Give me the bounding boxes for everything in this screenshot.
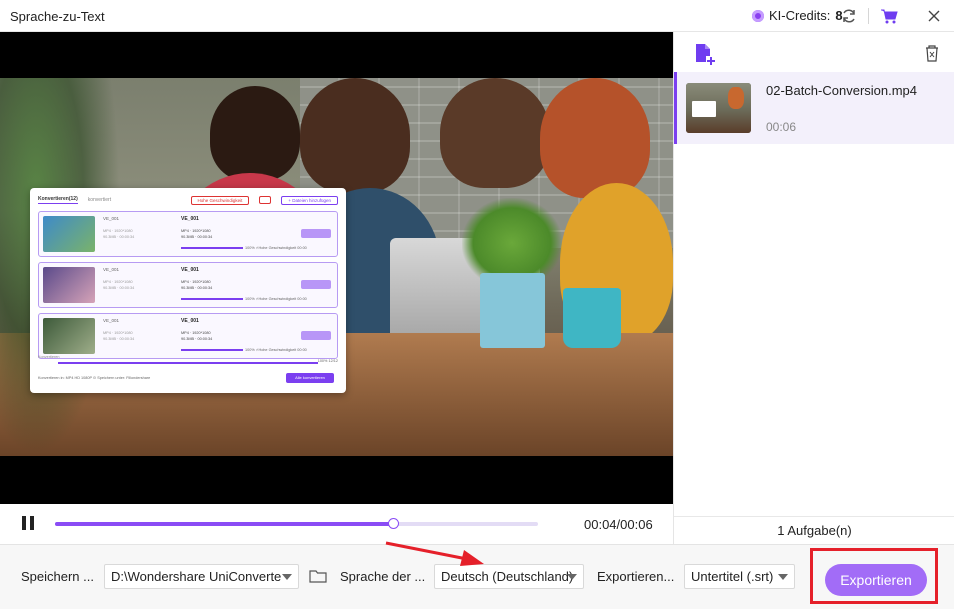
file-panel: 02-Batch-Conversion.mp4 00:06 1 Aufgabe(… <box>673 32 954 544</box>
card-row: VE_001 VE_001 MP4 · 1920*1080 90.3MB · 00… <box>38 262 338 308</box>
card-row-progress <box>181 298 243 300</box>
person-2 <box>300 78 410 193</box>
add-file-icon[interactable] <box>692 42 716 66</box>
card-row-progress <box>181 349 243 351</box>
window-title: Sprache-zu-Text <box>10 9 105 24</box>
card-row-title: VE_001 <box>181 216 199 222</box>
card-footer-progress <box>58 362 318 364</box>
card-row-meta-target: MP4 · 1920*1080 90.3MB · 00:00:34 <box>181 280 213 290</box>
language-label: Sprache der ... <box>340 569 426 584</box>
card-row-thumbnail <box>43 318 95 354</box>
save-location-label: Speichern ... <box>21 569 94 584</box>
language-select[interactable]: Deutsch (Deutschland) <box>434 564 584 589</box>
card-trash-icon <box>259 196 272 204</box>
cart-icon[interactable] <box>880 7 898 25</box>
pause-icon <box>22 516 26 530</box>
mug <box>563 288 621 348</box>
person-3 <box>440 78 550 188</box>
chevron-down-icon <box>567 574 577 580</box>
refresh-icon[interactable] <box>840 7 858 25</box>
card-row: VE_001 VE_001 MP4 · 1920*1080 90.3MB · 00… <box>38 313 338 359</box>
card-footer-count: 100% 12/12 <box>317 359 338 363</box>
credits-label: KI-Credits: <box>769 8 831 23</box>
card-row-progress <box>181 247 243 249</box>
save-location-value: D:\Wondershare UniConverte <box>111 569 282 584</box>
seek-bar-fill <box>55 522 394 526</box>
seek-bar-knob[interactable] <box>388 518 400 529</box>
card-row-meta: MP4 · 1920*1080 90.3MB · 00:00:34 <box>103 280 135 290</box>
pause-button[interactable] <box>22 516 36 532</box>
card-row-button <box>301 280 331 289</box>
card-row-title: VE_001 <box>181 267 199 273</box>
ai-credits[interactable]: KI-Credits: 8 <box>752 8 843 23</box>
video-frame: Konvertieren(12) konvertiert Hohe Geschw… <box>0 78 673 456</box>
card-convert-all-button: Alle konvertieren <box>286 373 334 383</box>
card-tab-converted: konvertiert <box>87 197 112 203</box>
export-format-value: Untertitel (.srt) <box>691 569 774 584</box>
file-duration: 00:06 <box>766 120 797 134</box>
playback-controls: 00:04/00:06 <box>0 504 673 544</box>
card-row: VE_001 VE_001 MP4 · 1920*1080 90.3MB · 00… <box>38 211 338 257</box>
card-add-files: + Dateien hinzufügen <box>281 195 338 205</box>
export-format-label: Exportieren... <box>597 569 675 584</box>
file-thumbnail <box>686 83 751 133</box>
person-4 <box>540 78 650 198</box>
video-ui-card: Konvertieren(12) konvertiert Hohe Geschw… <box>30 188 346 393</box>
plant-pot <box>480 273 545 348</box>
close-icon[interactable] <box>925 7 943 25</box>
card-row-meta-target: MP4 · 1920*1080 90.3MB · 00:00:34 <box>181 229 213 239</box>
export-format-select[interactable]: Untertitel (.srt) <box>684 564 795 589</box>
card-footer-label: Konvertieren <box>38 355 60 359</box>
video-player[interactable]: Konvertieren(12) konvertiert Hohe Geschw… <box>0 32 673 504</box>
card-speed-chip: Hohe Geschwindigkeit <box>190 195 250 205</box>
card-row-title: VE_001 <box>181 318 199 324</box>
card-row-name: VE_001 <box>103 267 120 272</box>
person-1 <box>210 86 300 181</box>
card-footer: Konvertieren 100% 12/12 Konvertieren in:… <box>38 355 338 387</box>
card-row-meta: MP4 · 1920*1080 90.3MB · 00:00:34 <box>103 331 135 341</box>
folder-icon[interactable] <box>309 568 327 584</box>
card-row-button <box>301 229 331 238</box>
chevron-down-icon <box>778 574 788 580</box>
file-name: 02-Batch-Conversion.mp4 <box>766 83 918 98</box>
card-row-thumbnail <box>43 216 95 252</box>
card-row-meta-target: MP4 · 1920*1080 90.3MB · 00:00:34 <box>181 331 213 341</box>
card-header: Konvertieren(12) konvertiert Hohe Geschw… <box>38 194 338 206</box>
card-row-name: VE_001 <box>103 216 120 221</box>
title-bar: Sprache-zu-Text KI-Credits: 8 <box>0 0 954 32</box>
file-list-item[interactable]: 02-Batch-Conversion.mp4 00:06 <box>674 72 954 144</box>
task-count: 1 Aufgabe(n) <box>674 516 954 544</box>
title-separator <box>868 8 869 24</box>
card-row-status: 100% ⚡Hohe Geschwindigkeit 00:00 <box>245 297 307 301</box>
card-row-button <box>301 331 331 340</box>
chevron-down-icon <box>282 574 292 580</box>
seek-bar[interactable] <box>55 518 538 529</box>
card-row-status: 100% ⚡Hohe Geschwindigkeit 00:00 <box>245 348 307 352</box>
save-location-select[interactable]: D:\Wondershare UniConverte <box>104 564 299 589</box>
card-row-thumbnail <box>43 267 95 303</box>
language-value: Deutsch (Deutschland) <box>441 569 574 584</box>
trash-icon[interactable] <box>924 44 940 62</box>
card-row-name: VE_001 <box>103 318 120 323</box>
export-highlight-box: Exportieren <box>810 548 938 604</box>
card-row-meta: MP4 · 1920*1080 90.3MB · 00:00:34 <box>103 229 135 239</box>
card-row-status: 100% ⚡Hohe Geschwindigkeit 00:00 <box>245 246 307 250</box>
card-footer-settings: Konvertieren in: MP4 HD 1080P ⊙ Speicher… <box>38 376 151 380</box>
time-display: 00:04/00:06 <box>584 517 653 532</box>
card-tab-converting: Konvertieren(12) <box>38 196 78 204</box>
coin-icon <box>752 9 764 22</box>
export-button[interactable]: Exportieren <box>825 564 927 596</box>
bottom-toolbar: Speichern ... D:\Wondershare UniConverte… <box>0 544 954 609</box>
